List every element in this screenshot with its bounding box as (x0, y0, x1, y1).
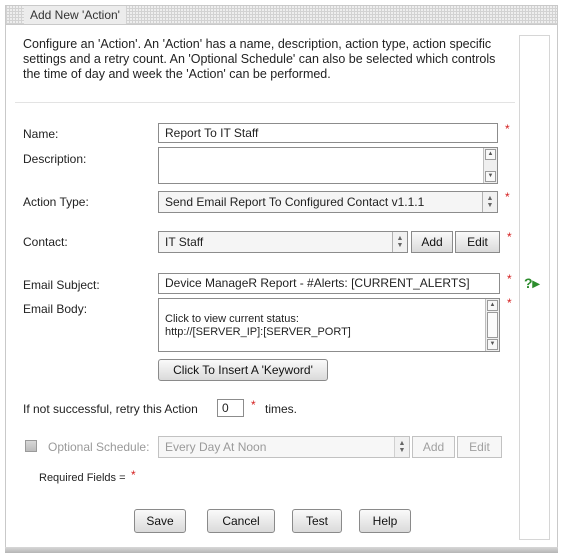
contact-label: Contact: (23, 235, 68, 249)
dialog-content: Configure an 'Action'. An 'Action' has a… (15, 30, 515, 540)
name-label: Name: (23, 127, 59, 141)
retry-count-value: 0 (222, 401, 229, 415)
email-body-line-1: Click to view current status: (165, 313, 299, 325)
schedule-add-button[interactable]: Add (412, 436, 455, 458)
help-arrow-icon[interactable]: ?▸ (524, 275, 546, 291)
name-input-value: Report To IT Staff (165, 126, 259, 140)
scroll-up-icon[interactable]: ▲ (485, 149, 496, 160)
email-subject-value: Device ManageR Report - #Alerts: [CURREN… (165, 276, 470, 290)
email-body-textarea[interactable]: Click to view current status: http://[SE… (158, 298, 500, 352)
retry-prefix-text: If not successful, retry this Action (23, 402, 198, 416)
email-body-line-2: http://[SERVER_IP]:[SERVER_PORT] (165, 326, 351, 338)
schedule-edit-button[interactable]: Edit (457, 436, 502, 458)
email-body-required-mark: * (507, 296, 512, 310)
select-arrows-icon: ▲ ▼ (482, 192, 497, 212)
email-body-label: Email Body: (23, 302, 88, 316)
email-subject-required-mark: * (507, 272, 512, 286)
description-label: Description: (23, 152, 87, 166)
optional-schedule-label: Optional Schedule: (48, 440, 150, 454)
dialog-titlebar[interactable]: Add New 'Action' (6, 6, 557, 25)
optional-schedule-select[interactable]: Every Day At Noon ▲ ▼ (158, 436, 410, 458)
retry-count-input[interactable]: 0 (217, 399, 244, 417)
contact-required-mark: * (507, 230, 512, 244)
section-divider (15, 102, 515, 103)
contact-select[interactable]: IT Staff ▲ ▼ (158, 231, 408, 253)
action-type-value: Send Email Report To Configured Contact … (165, 195, 425, 209)
email-subject-label: Email Subject: (23, 278, 100, 292)
intro-text: Configure an 'Action'. An 'Action' has a… (23, 37, 496, 81)
action-type-select[interactable]: Send Email Report To Configured Contact … (158, 191, 498, 213)
dialog-title: Add New 'Action' (24, 6, 126, 24)
retry-required-mark: * (251, 398, 256, 412)
email-body-scrollbar[interactable]: ▲ ▼ (485, 299, 499, 351)
scroll-down-icon[interactable]: ▼ (487, 339, 498, 350)
contact-edit-button[interactable]: Edit (455, 231, 500, 253)
scroll-down-icon[interactable]: ▼ (485, 171, 496, 182)
bottom-shadow (5, 547, 558, 553)
action-type-label: Action Type: (23, 195, 89, 209)
retry-suffix-text: times. (265, 402, 298, 416)
select-arrows-icon: ▲ ▼ (392, 232, 407, 252)
help-button[interactable]: Help (359, 509, 411, 533)
email-subject-input[interactable]: Device ManageR Report - #Alerts: [CURREN… (158, 273, 500, 294)
insert-keyword-button[interactable]: Click To Insert A 'Keyword' (158, 359, 328, 381)
required-fields-mark: * (131, 468, 136, 482)
required-fields-note: Required Fields = (39, 472, 126, 484)
name-input[interactable]: Report To IT Staff (158, 123, 498, 143)
contact-value: IT Staff (165, 235, 204, 249)
description-textarea[interactable]: ▲ ▼ (158, 147, 498, 184)
name-required-mark: * (505, 122, 510, 136)
test-button[interactable]: Test (292, 509, 342, 533)
scroll-thumb[interactable] (487, 312, 498, 338)
cancel-button[interactable]: Cancel (207, 509, 275, 533)
action-type-required-mark: * (505, 190, 510, 204)
scroll-up-icon[interactable]: ▲ (487, 300, 498, 311)
save-button[interactable]: Save (134, 509, 186, 533)
description-scrollbar[interactable]: ▲ ▼ (483, 148, 497, 183)
select-arrows-icon: ▲ ▼ (394, 437, 409, 457)
optional-schedule-checkbox[interactable] (25, 440, 37, 452)
optional-schedule-value: Every Day At Noon (165, 440, 267, 454)
contact-add-button[interactable]: Add (411, 231, 453, 253)
